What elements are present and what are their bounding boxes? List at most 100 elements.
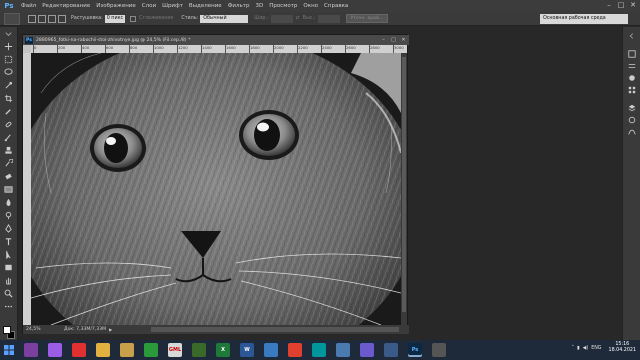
paths-panel-icon[interactable] [627,127,637,137]
status-menu-icon[interactable]: ▶ [109,327,112,332]
add-selection-icon[interactable] [38,14,46,23]
swatches-panel-icon[interactable] [627,85,637,95]
maximize-button[interactable]: □ [616,1,626,10]
minimize-button[interactable]: – [604,1,614,10]
healing-tool-icon[interactable] [3,119,14,130]
language-indicator[interactable]: ENG [591,346,601,351]
collapse-dock-icon[interactable] [627,31,637,41]
menu-item-2[interactable]: Изображение [93,3,139,9]
vertical-ruler[interactable] [23,53,31,325]
browser-icon[interactable] [24,343,38,357]
yandex-icon[interactable] [288,343,302,357]
tray-arrow-icon[interactable]: ˄ [572,346,574,351]
pen-tool-icon[interactable] [3,223,14,234]
menu-item-1[interactable]: Редактирование [39,3,93,9]
gradient-tool-icon[interactable] [3,184,14,195]
ruler-origin[interactable] [23,45,31,53]
menu-item-8[interactable]: Просмотр [266,3,300,9]
doc-close-button[interactable]: ✕ [400,36,407,44]
photo-icon[interactable] [264,343,278,357]
quick-select-tool-icon[interactable] [3,80,14,91]
excel-icon[interactable]: X [216,343,230,357]
horizontal-ruler[interactable]: 0 200 400 600 800 1000 1200 1400 1600 1800 2000 220… [31,45,407,53]
zoom-tool-icon[interactable] [3,288,14,299]
collapse-icon[interactable] [3,29,14,40]
foreground-color-swatch[interactable] [3,326,11,334]
more-tools-icon[interactable] [3,301,14,312]
menu-item-7[interactable]: 3D [252,3,266,9]
marquee-tool-icon[interactable] [3,54,14,65]
files-icon[interactable] [432,343,446,357]
vertical-scrollbar[interactable] [401,53,407,325]
ruler-tick [177,45,178,53]
menu-item-10[interactable]: Справка [321,3,351,9]
stamp-tool-icon[interactable] [3,145,14,156]
menu-item-0[interactable]: Файл [18,3,39,9]
workspace-select[interactable]: Основная рабочая среда [540,14,628,24]
game-icon[interactable] [144,343,158,357]
color-panel-icon[interactable] [627,73,637,83]
properties-panel-icon[interactable] [627,61,637,71]
refine-edge-button[interactable]: Уточн. край... [345,14,389,23]
type-tool-icon[interactable] [3,236,14,247]
onenote-icon[interactable] [384,343,398,357]
horizontal-scrollbar[interactable] [151,327,399,332]
menu-item-5[interactable]: Выделение [186,3,225,9]
width-input[interactable] [270,14,293,23]
players-icon[interactable] [360,343,374,357]
crop-tool-icon[interactable] [3,93,14,104]
alice-icon[interactable] [48,343,62,357]
brush-tool-icon[interactable] [3,132,14,143]
zoom-level[interactable]: 24,5% [26,327,46,332]
word-icon[interactable]: W [240,343,254,357]
subtract-selection-icon[interactable] [48,14,56,23]
gml-icon[interactable]: GML [168,343,182,357]
start-button[interactable] [0,340,18,360]
document-tab[interactable]: Ps 2880965_fotki-na-rabochii-stol-zhivot… [23,35,409,45]
media-icon[interactable] [72,343,86,357]
menu-item-3[interactable]: Слои [139,3,159,9]
ruler-tick [57,45,58,53]
close-button[interactable]: ✕ [628,1,638,10]
image-canvas[interactable] [31,53,401,325]
menu-item-9[interactable]: Окно [300,3,321,9]
antialias-checkbox[interactable] [130,15,137,22]
arduino-icon[interactable] [312,343,326,357]
shape-tool-icon[interactable] [3,262,14,273]
menu-item-6[interactable]: Фильтр [225,3,253,9]
swap-icon[interactable]: ⇄ [296,16,300,21]
volume-icon[interactable]: ◀) [583,346,589,351]
tool-preset-picker[interactable] [4,12,20,25]
clock[interactable]: 15:16 18.04.2021 [609,342,636,354]
image-viewer-icon[interactable] [120,343,134,357]
channels-panel-icon[interactable] [627,115,637,125]
eraser-tool-icon[interactable] [3,171,14,182]
blur-tool-icon[interactable] [3,197,14,208]
new-selection-icon[interactable] [28,14,36,23]
doc-minimize-button[interactable]: – [380,36,387,44]
vertical-scroll-thumb[interactable] [402,57,406,312]
video-icon[interactable] [192,343,206,357]
hand-tool-icon[interactable] [3,275,14,286]
ruler-label: 1000 [154,45,164,50]
photoshop-icon[interactable]: Ps [408,343,422,357]
lasso-tool-icon[interactable] [3,67,14,78]
path-select-tool-icon[interactable] [3,249,14,260]
dodge-tool-icon[interactable] [3,210,14,221]
height-input[interactable] [317,14,340,23]
feather-input[interactable]: 0 пикс [104,14,126,23]
ruler-tick [249,45,250,53]
menu-item-4[interactable]: Шрифт [159,3,186,9]
cloud-icon[interactable] [336,343,350,357]
move-tool-icon[interactable] [3,41,14,52]
folder-icon[interactable] [96,343,110,357]
doc-maximize-button[interactable]: □ [390,36,397,44]
history-brush-tool-icon[interactable] [3,158,14,169]
eyedropper-tool-icon[interactable] [3,106,14,117]
network-icon[interactable]: ▮ [577,346,580,351]
history-panel-icon[interactable] [627,49,637,59]
layers-panel-icon[interactable] [627,103,637,113]
intersect-selection-icon[interactable] [58,14,66,23]
style-select[interactable]: Обычный [200,14,249,23]
system-tray: ˄ ▮ ◀) ENG 15:16 18.04.2021 [572,342,636,354]
